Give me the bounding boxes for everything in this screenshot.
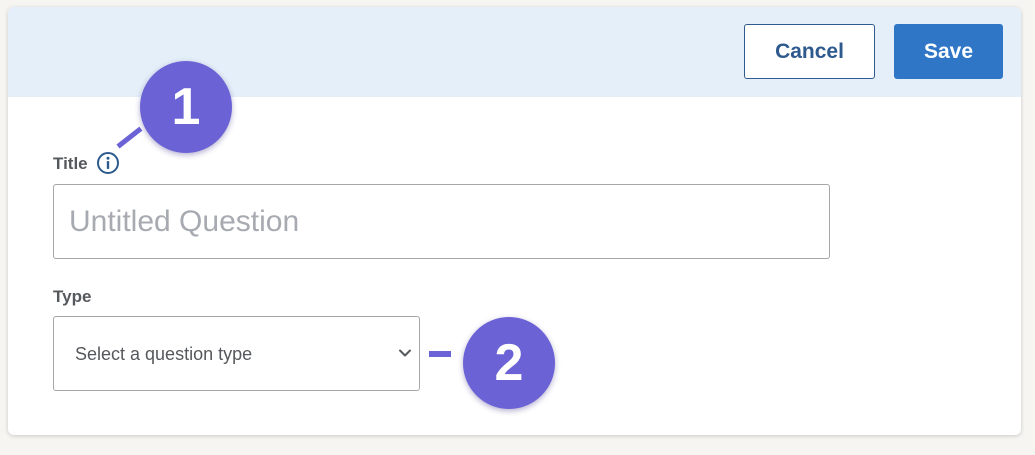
cancel-button[interactable]: Cancel xyxy=(744,24,875,79)
type-label: Type xyxy=(53,287,92,306)
question-editor-card: Cancel Save Title Type Select a question… xyxy=(8,7,1021,435)
save-button[interactable]: Save xyxy=(894,24,1003,79)
title-label: Title xyxy=(53,154,88,173)
question-type-select-value: Select a question type xyxy=(75,344,253,364)
callout-1-connector xyxy=(116,126,143,149)
callout-badge-2: 2 xyxy=(463,317,555,409)
title-input[interactable] xyxy=(53,184,830,259)
chevron-down-icon xyxy=(398,346,412,360)
callout-2-connector xyxy=(429,351,451,357)
callout-badge-1: 1 xyxy=(140,61,232,153)
question-type-select[interactable]: Select a question type xyxy=(53,316,420,391)
info-icon[interactable] xyxy=(96,151,120,175)
